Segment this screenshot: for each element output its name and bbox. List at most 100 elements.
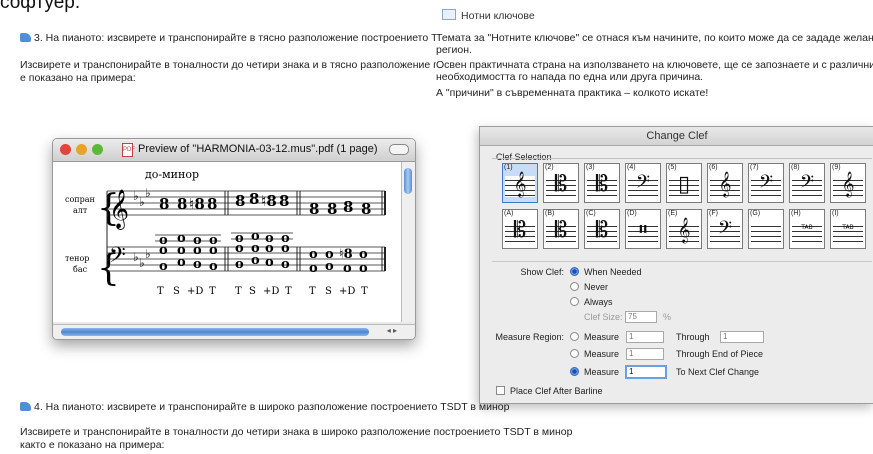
show-always-label[interactable]: Always bbox=[584, 297, 613, 307]
function-label: S bbox=[325, 286, 332, 297]
bass-clef: 𝄢 bbox=[109, 243, 126, 273]
measure-through-input[interactable]: 1 bbox=[720, 331, 764, 343]
svg-text:o: o bbox=[251, 253, 260, 268]
clef-option-code: (H) bbox=[791, 210, 801, 217]
place-after-barline-checkbox[interactable] bbox=[496, 386, 505, 395]
clef-option-1[interactable]: (1) 𝄞 bbox=[502, 163, 538, 203]
show-when-needed-radio[interactable] bbox=[570, 267, 579, 276]
clef-option-3[interactable]: (3) 𝄡 bbox=[584, 163, 620, 203]
measure-option-2-label[interactable]: Measure bbox=[584, 349, 619, 359]
measure-from-input-2[interactable]: 1 bbox=[626, 348, 664, 360]
clef-option-code: (A) bbox=[504, 210, 514, 217]
svg-text:o: o bbox=[235, 257, 244, 272]
mini-staff bbox=[751, 222, 781, 243]
lower-chords: oooooooo oooo oooooooo oooo o o ♮8 o oooo bbox=[159, 229, 368, 276]
clef-option-2[interactable]: (2) 𝄡 bbox=[543, 163, 579, 203]
svg-text:8: 8 bbox=[249, 190, 259, 208]
key-label: до-минор bbox=[145, 168, 199, 181]
close-button[interactable] bbox=[60, 144, 71, 155]
clef-option-8[interactable]: (8) 𝄢 bbox=[789, 163, 825, 203]
toolbar-toggle-button[interactable] bbox=[389, 144, 409, 155]
zoom-button[interactable] bbox=[92, 144, 103, 155]
clef-glyph-icon: 𝄡 bbox=[513, 218, 527, 243]
function-label: +D bbox=[339, 286, 355, 297]
clef-option-g[interactable]: (G) bbox=[748, 209, 784, 249]
minimize-button[interactable] bbox=[76, 144, 87, 155]
staff-label-tenor: тенор bbox=[65, 254, 89, 263]
svg-text:o: o bbox=[281, 241, 290, 256]
measure-region-label: Measure Region: bbox=[495, 332, 564, 342]
svg-text:8: 8 bbox=[207, 195, 217, 213]
clef-option-i[interactable]: (I) TAB bbox=[830, 209, 866, 249]
clef-option-4[interactable]: (4) 𝄢 bbox=[625, 163, 661, 203]
function-label: +D bbox=[187, 286, 203, 297]
clef-option-6[interactable]: (6) 𝄞 bbox=[707, 163, 743, 203]
horizontal-scroll-thumb[interactable] bbox=[61, 328, 369, 336]
vertical-scroll-thumb[interactable] bbox=[404, 168, 412, 194]
place-after-barline-label[interactable]: Place Clef After Barline bbox=[510, 386, 603, 396]
show-when-needed-label[interactable]: When Needed bbox=[584, 267, 642, 277]
clef-glyph-icon: TAB bbox=[801, 224, 813, 231]
clef-option-5[interactable]: (5) ▯ bbox=[666, 163, 702, 203]
right-p1-line2: регион. bbox=[436, 44, 472, 56]
clef-option-f[interactable]: (F) 𝄢 bbox=[707, 209, 743, 249]
scroll-arrows[interactable]: ◂ ▸ bbox=[387, 326, 397, 335]
key-signature-bass-2: ♭ bbox=[139, 256, 145, 270]
svg-text:o: o bbox=[193, 257, 202, 272]
svg-text:o: o bbox=[235, 241, 244, 256]
clef-option-code: (B) bbox=[545, 210, 555, 217]
clef-option-code: (5) bbox=[668, 164, 677, 171]
clef-glyph-icon: 𝄢 bbox=[717, 218, 733, 243]
show-never-radio[interactable] bbox=[570, 282, 579, 291]
clef-glyph-icon: TAB bbox=[842, 224, 854, 231]
task3-heading[interactable]: 3. На пианото: изсвирете и транспонирайт… bbox=[20, 32, 500, 45]
clef-option-a[interactable]: (A) 𝄡 bbox=[502, 209, 538, 249]
task4-heading[interactable]: 4. На пианото: изсвирете и транспонирайт… bbox=[20, 401, 509, 414]
show-always-radio[interactable] bbox=[570, 297, 579, 306]
staff-label-bass: бас bbox=[73, 265, 88, 274]
preview-titlebar[interactable]: PDF Preview of "HARMONIA-03-12.mus".pdf … bbox=[53, 139, 415, 162]
measure-option-1-label[interactable]: Measure bbox=[584, 332, 619, 342]
right-panel-header[interactable]: Нотни ключове bbox=[442, 9, 535, 22]
preview-vertical-scrollbar[interactable] bbox=[401, 162, 415, 322]
clef-option-h[interactable]: (H) TAB bbox=[789, 209, 825, 249]
key-signature-bass-3: ♭ bbox=[145, 247, 151, 261]
clef-option-c[interactable]: (C) 𝄡 bbox=[584, 209, 620, 249]
key-signature-treble-3: ♭ bbox=[145, 186, 151, 200]
svg-text:o: o bbox=[281, 257, 290, 272]
clef-option-b[interactable]: (B) 𝄡 bbox=[543, 209, 579, 249]
clef-option-code: (E) bbox=[668, 210, 678, 217]
svg-text:8: 8 bbox=[279, 192, 289, 210]
clef-option-7[interactable]: (7) 𝄢 bbox=[748, 163, 784, 203]
measure-end-radio[interactable] bbox=[570, 349, 579, 358]
measure-from-input-1[interactable]: 1 bbox=[626, 331, 664, 343]
clef-size-input[interactable]: 75 bbox=[625, 311, 657, 323]
measure-from-input-3[interactable]: 1 bbox=[625, 365, 667, 379]
measure-next-change-radio[interactable] bbox=[570, 367, 579, 376]
measure-through-radio[interactable] bbox=[570, 332, 579, 341]
svg-text:o: o bbox=[343, 261, 352, 276]
next-change-label: To Next Clef Change bbox=[676, 367, 760, 377]
svg-text:♮8: ♮8 bbox=[189, 195, 205, 213]
function-label: T bbox=[361, 286, 368, 297]
right-p1-line1: Темата за "Нотните ключове" се отнася къ… bbox=[436, 32, 873, 44]
show-never-label[interactable]: Never bbox=[584, 282, 608, 292]
clef-option-d[interactable]: (D) 𝄥 bbox=[625, 209, 661, 249]
clef-glyph-icon: 𝄡 bbox=[595, 172, 609, 197]
page-top-text: софтуер. bbox=[0, 0, 81, 13]
svg-text:♮8: ♮8 bbox=[261, 192, 277, 210]
right-p2-line1: Освен практичната страна на използването… bbox=[436, 59, 873, 71]
svg-text:8: 8 bbox=[327, 200, 337, 218]
show-clef-label: Show Clef: bbox=[520, 267, 564, 277]
clef-glyph-icon: 𝄞 bbox=[718, 172, 732, 197]
clef-option-code: (1) bbox=[504, 164, 513, 171]
pdf-icon: PDF bbox=[122, 143, 135, 157]
preview-horizontal-scrollbar[interactable]: ◂ ▸ bbox=[53, 324, 415, 339]
clef-glyph-icon: 𝄢 bbox=[758, 172, 774, 197]
staff-label-soprano: сопран bbox=[65, 195, 95, 204]
measure-option-3-label[interactable]: Measure bbox=[584, 367, 619, 377]
svg-text:o: o bbox=[159, 259, 168, 274]
clef-option-9[interactable]: (9) 𝄞 bbox=[830, 163, 866, 203]
clef-option-e[interactable]: (E) 𝄞 bbox=[666, 209, 702, 249]
task3-heading-text: 3. На пианото: изсвирете и транспонирайт… bbox=[34, 32, 501, 44]
